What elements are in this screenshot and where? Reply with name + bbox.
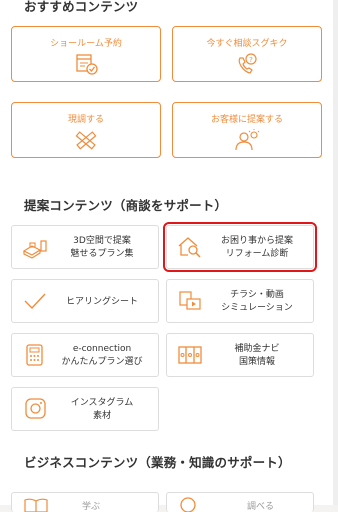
phone-question-icon: ? (238, 53, 257, 74)
instagram-line2: 素材 (92, 411, 111, 421)
hearing-sheet-card[interactable]: ヒアリングシート (11, 279, 159, 323)
propose-to-customer-label: お客様に提案する (210, 115, 283, 125)
3d-plan-icon (22, 240, 47, 259)
reform-diagnosis-line1: お困り事から提案 (220, 236, 293, 246)
research-card[interactable]: 調べる (166, 492, 314, 512)
learn-card[interactable]: 学ぶ (11, 492, 159, 512)
page: おすすめコンテンツ ショールーム予約 今すぐ相談スグキク ? 現調する お客様に… (0, 0, 334, 512)
site-survey-label: 現調する (67, 115, 104, 125)
checkmark-icon (24, 293, 46, 310)
instagram-line1: インスタグラム (70, 398, 134, 408)
recommended-section-title: おすすめコンテンツ (24, 0, 139, 14)
subsidy-navi-line2: 国策情報 (238, 357, 275, 367)
calculator-icon (26, 344, 43, 366)
showroom-reservation-label: ショールーム予約 (50, 39, 122, 49)
business-section-title: ビジネスコンテンツ（業務・知識のサポート） (24, 455, 291, 470)
scrollbar[interactable] (333, 0, 338, 505)
flyer-video-icon (179, 291, 201, 310)
propose-to-customer-card[interactable]: お客様に提案する (172, 102, 322, 158)
e-connection-card[interactable]: e-connection かんたんプラン選び (11, 333, 159, 377)
magnifier-icon (180, 497, 196, 512)
3d-plan-line2: 魅せるプラン集 (70, 249, 134, 259)
learn-label: 学ぶ (82, 502, 101, 512)
consult-now-label: 今すぐ相談スグキク (206, 39, 288, 49)
research-label: 調べる (247, 502, 275, 512)
site-survey-card[interactable]: 現調する (11, 102, 161, 158)
consult-now-card[interactable]: 今すぐ相談スグキク ? (172, 26, 322, 82)
calendar-check-icon (76, 54, 98, 75)
e-connection-line1: e-connection (72, 344, 132, 354)
hearing-sheet-line1: ヒアリングシート (65, 296, 138, 307)
flyer-video-line1: チラシ・動画 (230, 290, 284, 300)
ruler-pencil-icon (75, 131, 97, 150)
proposal-section-title: 提案コンテンツ（商談をサポート） (24, 198, 228, 213)
subsidy-navi-line1: 補助金ナビ (234, 344, 280, 354)
showroom-reservation-card[interactable]: ショールーム予約 (11, 26, 161, 82)
instagram-material-card[interactable]: インスタグラム 素材 (11, 387, 159, 431)
subsidy-icon (178, 346, 202, 364)
flyer-video-line2: シミュレーション (221, 303, 293, 313)
reform-diagnosis-line2: リフォーム診断 (225, 249, 289, 259)
book-icon (24, 498, 48, 512)
3d-plan-line1: 3D空間で提案 (73, 236, 131, 246)
reform-diagnosis-card[interactable]: お困り事から提案 リフォーム診断 (163, 222, 317, 272)
flyer-video-card[interactable]: チラシ・動画 シミュレーション (166, 279, 314, 323)
person-idea-icon (235, 129, 260, 151)
house-search-icon (178, 237, 201, 258)
svg-text:?: ? (249, 56, 253, 64)
e-connection-line2: かんたんプラン選び (61, 357, 143, 367)
subsidy-navi-card[interactable]: 補助金ナビ 国策情報 (166, 333, 314, 377)
3d-plan-card[interactable]: 3D空間で提案 魅せるプラン集 (11, 225, 159, 269)
instagram-icon (25, 398, 46, 419)
